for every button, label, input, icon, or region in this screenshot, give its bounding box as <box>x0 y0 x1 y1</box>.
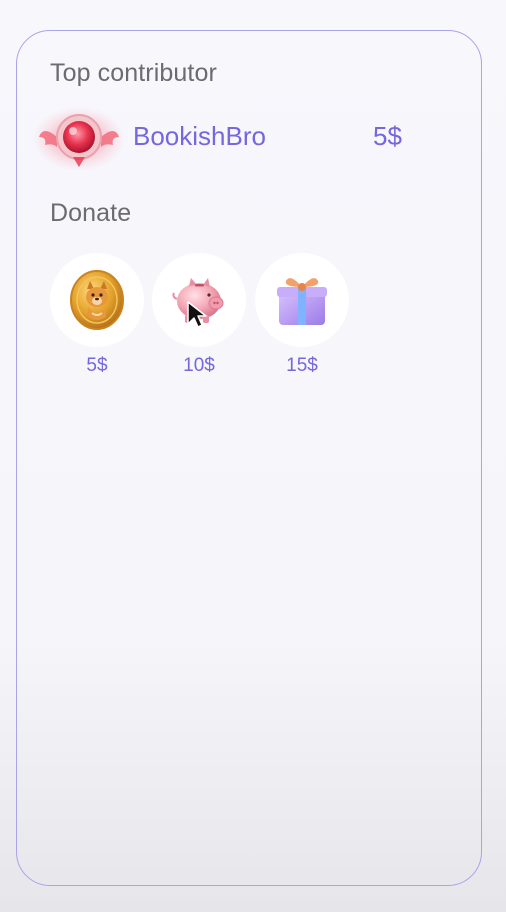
donate-amount-label: 5$ <box>86 355 108 376</box>
winged-ruby-badge-icon <box>33 107 125 171</box>
top-contributor-name[interactable]: BookishBro <box>133 121 266 152</box>
donate-amount-label: 15$ <box>286 355 318 376</box>
donate-option-5[interactable]: 5$ <box>50 253 146 377</box>
donate-amount-label: 10$ <box>183 355 215 376</box>
donate-heading: Donate <box>50 199 132 227</box>
dog-coin-icon <box>70 270 124 330</box>
top-contributor-heading: Top contributor <box>50 59 217 87</box>
mouse-cursor-icon <box>187 301 207 328</box>
donate-option-15[interactable]: 15$ <box>255 253 351 377</box>
donate-option-button[interactable] <box>255 253 349 347</box>
donate-option-button[interactable] <box>50 253 144 347</box>
top-contributor-row: BookishBro 5$ <box>31 107 431 171</box>
donation-panel: Top contributor BookishBro 5$ Donate 5$ … <box>16 30 482 886</box>
gift-box-icon <box>277 278 327 325</box>
top-contributor-amount: 5$ <box>373 121 402 151</box>
